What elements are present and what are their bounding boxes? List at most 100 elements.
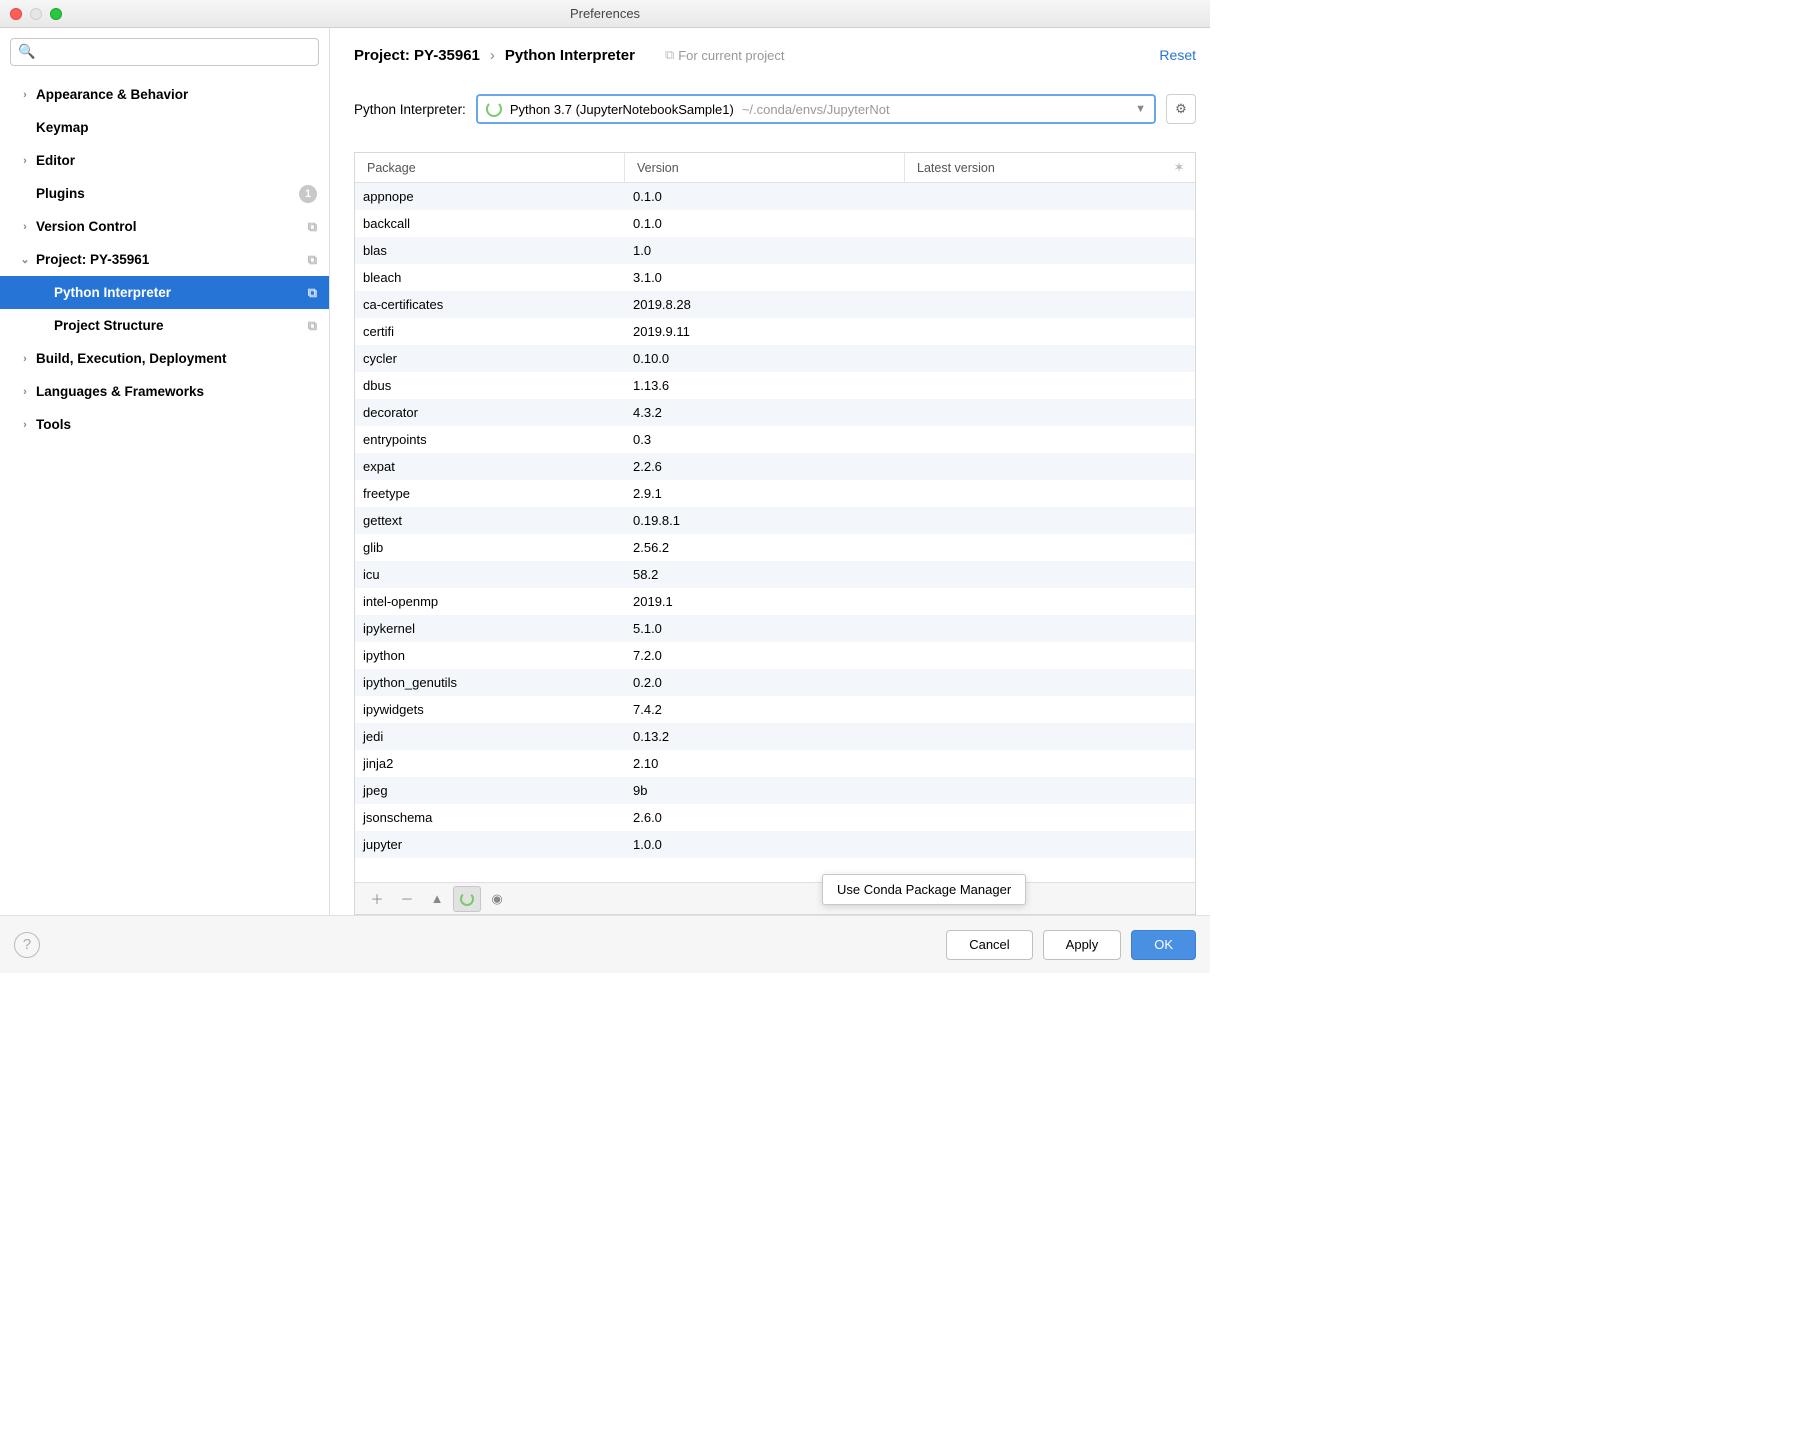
package-name: cycler	[355, 351, 625, 366]
sidebar-item-python-interpreter[interactable]: Python Interpreter ⧉	[0, 276, 329, 309]
package-toolbar: ＋ － ▲ ◉	[355, 882, 1195, 914]
copy-icon: ⧉	[308, 219, 317, 235]
sidebar-item-plugins[interactable]: Plugins1	[0, 177, 329, 210]
sidebar-item-editor[interactable]: ›Editor	[0, 144, 329, 177]
chevron-icon: ›	[18, 353, 32, 365]
header-package[interactable]: Package	[355, 153, 625, 182]
apply-button[interactable]: Apply	[1043, 930, 1122, 960]
help-button[interactable]: ?	[14, 932, 40, 958]
badge: 1	[299, 185, 317, 203]
table-row[interactable]: jpeg9b	[355, 777, 1195, 804]
table-row[interactable]: decorator4.3.2	[355, 399, 1195, 426]
sidebar-item-languages-frameworks[interactable]: › Languages & Frameworks	[0, 375, 329, 408]
ok-button[interactable]: OK	[1131, 930, 1196, 960]
remove-package-button[interactable]: －	[393, 886, 421, 912]
table-row[interactable]: dbus1.13.6	[355, 372, 1195, 399]
table-row[interactable]: appnope0.1.0	[355, 183, 1195, 210]
breadcrumb-project[interactable]: Project: PY-35961	[354, 47, 480, 64]
cancel-button[interactable]: Cancel	[946, 930, 1032, 960]
table-row[interactable]: jinja22.10	[355, 750, 1195, 777]
table-row[interactable]: ipython7.2.0	[355, 642, 1195, 669]
loading-spinner-icon	[486, 101, 502, 117]
window-title: Preferences	[0, 6, 1210, 21]
dialog-footer: ? Cancel Apply OK	[0, 915, 1210, 973]
copy-icon: ⧉	[308, 285, 317, 301]
package-name: gettext	[355, 513, 625, 528]
table-body[interactable]: appnope0.1.0backcall0.1.0blas1.0bleach3.…	[355, 183, 1195, 882]
header-version[interactable]: Version	[625, 153, 905, 182]
eye-icon: ◉	[491, 891, 502, 907]
interpreter-path: ~/.conda/envs/JupyterNot	[742, 102, 890, 117]
sidebar-item-appearance-behavior[interactable]: ›Appearance & Behavior	[0, 78, 329, 111]
package-version: 2.6.0	[625, 810, 905, 825]
loading-icon: ✶	[1173, 159, 1185, 176]
package-version: 7.2.0	[625, 648, 905, 663]
table-row[interactable]: jsonschema2.6.0	[355, 804, 1195, 831]
package-name: freetype	[355, 486, 625, 501]
table-row[interactable]: icu58.2	[355, 561, 1195, 588]
minus-icon: －	[400, 889, 413, 908]
package-version: 2.9.1	[625, 486, 905, 501]
interpreter-dropdown[interactable]: Python 3.7 (JupyterNotebookSample1) ~/.c…	[476, 94, 1156, 124]
settings-gear-button[interactable]: ⚙	[1166, 94, 1196, 124]
sidebar-item-keymap[interactable]: Keymap	[0, 111, 329, 144]
add-package-button[interactable]: ＋	[363, 886, 391, 912]
package-name: appnope	[355, 189, 625, 204]
conda-toggle-button[interactable]	[453, 886, 481, 912]
table-row[interactable]: glib2.56.2	[355, 534, 1195, 561]
header-latest[interactable]: Latest version ✶	[905, 153, 1195, 182]
table-row[interactable]: ipykernel5.1.0	[355, 615, 1195, 642]
reset-link[interactable]: Reset	[1159, 47, 1196, 63]
table-row[interactable]: blas1.0	[355, 237, 1195, 264]
package-version: 0.1.0	[625, 216, 905, 231]
table-row[interactable]: ca-certificates2019.8.28	[355, 291, 1195, 318]
table-row[interactable]: ipython_genutils0.2.0	[355, 669, 1195, 696]
sidebar-item-tools[interactable]: ›Tools	[0, 408, 329, 441]
package-version: 0.13.2	[625, 729, 905, 744]
upgrade-package-button[interactable]: ▲	[423, 886, 451, 912]
sidebar-item-label: Project Structure	[54, 318, 164, 333]
breadcrumb-separator: ›	[490, 47, 495, 64]
table-row[interactable]: entrypoints0.3	[355, 426, 1195, 453]
package-name: jedi	[355, 729, 625, 744]
sidebar-item-build-execution-deployment[interactable]: ›Build, Execution, Deployment	[0, 342, 329, 375]
search-input[interactable]	[10, 38, 319, 66]
table-row[interactable]: freetype2.9.1	[355, 480, 1195, 507]
sidebar: 🔍 ›Appearance & BehaviorKeymap›EditorPlu…	[0, 28, 330, 915]
table-row[interactable]: gettext0.19.8.1	[355, 507, 1195, 534]
table-row[interactable]: cycler0.10.0	[355, 345, 1195, 372]
sidebar-item-version-control[interactable]: ›Version Control⧉	[0, 210, 329, 243]
package-name: bleach	[355, 270, 625, 285]
package-version: 2019.1	[625, 594, 905, 609]
table-row[interactable]: expat2.2.6	[355, 453, 1195, 480]
interpreter-name: Python 3.7 (JupyterNotebookSample1)	[510, 102, 734, 117]
table-row[interactable]: certifi2019.9.11	[355, 318, 1195, 345]
sidebar-item-label: Keymap	[36, 120, 89, 135]
table-row[interactable]: backcall0.1.0	[355, 210, 1195, 237]
plus-icon: ＋	[370, 889, 383, 908]
package-version: 0.2.0	[625, 675, 905, 690]
package-name: jinja2	[355, 756, 625, 771]
table-row[interactable]: ipywidgets7.4.2	[355, 696, 1195, 723]
sidebar-item-project-structure[interactable]: Project Structure⧉	[0, 309, 329, 342]
table-row[interactable]: jupyter1.0.0	[355, 831, 1195, 858]
sidebar-item-label: Python Interpreter	[54, 285, 171, 300]
package-version: 3.1.0	[625, 270, 905, 285]
chevron-down-icon: ▼	[1135, 103, 1146, 115]
package-name: jpeg	[355, 783, 625, 798]
table-row[interactable]: jedi0.13.2	[355, 723, 1195, 750]
show-early-releases-button[interactable]: ◉	[483, 886, 511, 912]
table-row[interactable]: intel-openmp2019.1	[355, 588, 1195, 615]
sidebar-item-label: Project: PY-35961	[36, 252, 149, 267]
sidebar-item-label: Languages & Frameworks	[36, 384, 204, 399]
sidebar-item-project-py-35961[interactable]: ⌄Project: PY-35961⧉	[0, 243, 329, 276]
chevron-icon: ›	[18, 386, 32, 398]
package-version: 0.10.0	[625, 351, 905, 366]
package-name: blas	[355, 243, 625, 258]
package-version: 9b	[625, 783, 905, 798]
package-version: 0.3	[625, 432, 905, 447]
question-icon: ?	[23, 936, 31, 953]
chevron-icon: ⌄	[18, 253, 32, 266]
package-version: 5.1.0	[625, 621, 905, 636]
table-row[interactable]: bleach3.1.0	[355, 264, 1195, 291]
